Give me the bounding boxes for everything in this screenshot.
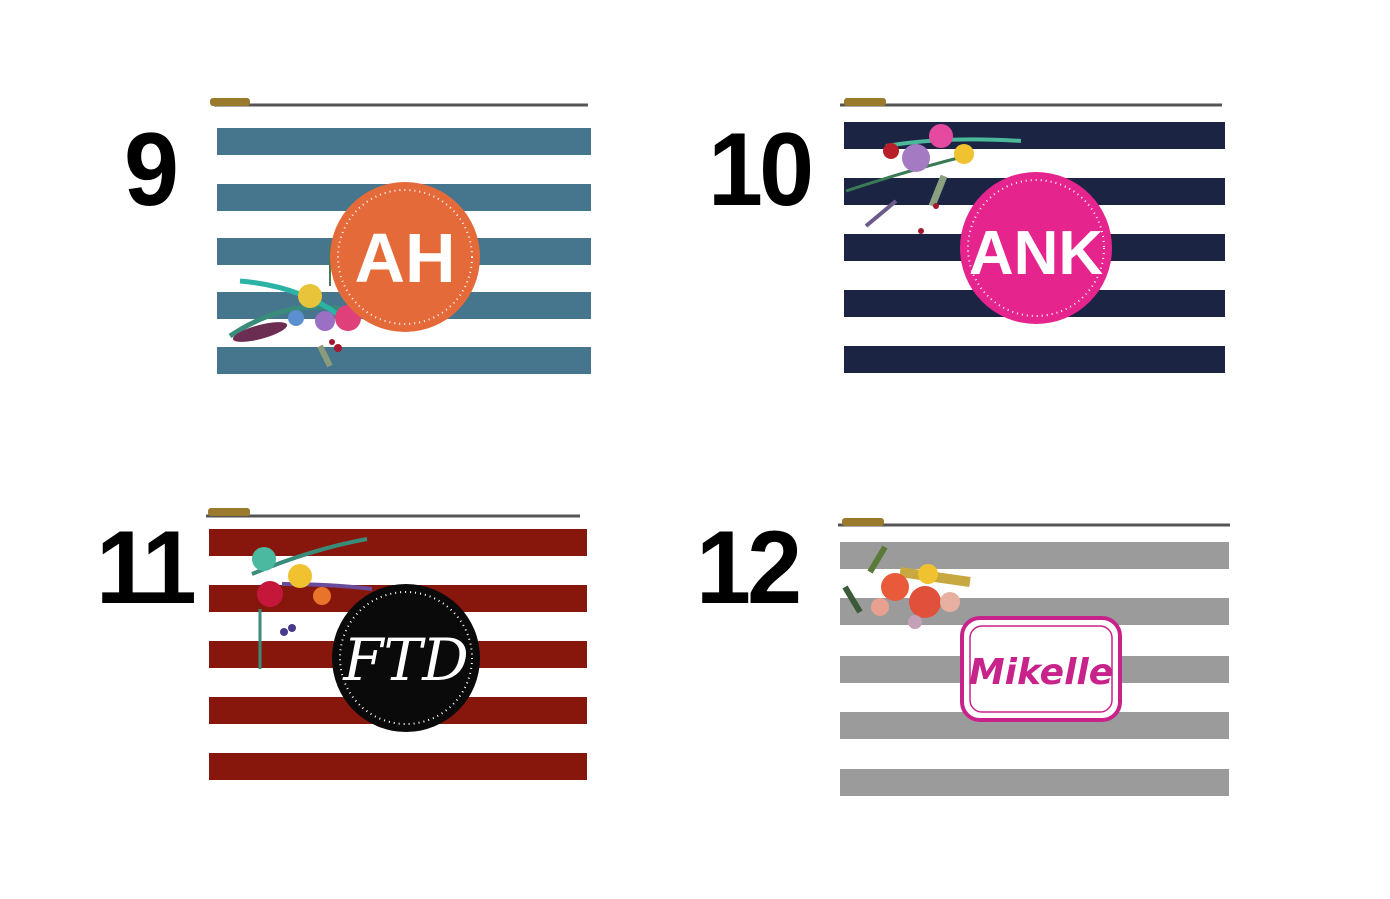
pouch-12-illustration: Mikelle <box>826 518 1234 807</box>
zipper-pull-icon <box>844 98 886 106</box>
monogram-text: ANK <box>969 219 1104 288</box>
pouch-12: Mikelle <box>820 512 1240 812</box>
pouch-11: FTD <box>192 504 602 804</box>
zipper-pull-icon <box>208 508 250 516</box>
product-number-12: 12 <box>696 510 802 626</box>
monogram-text: Mikelle <box>969 652 1113 693</box>
pouch-10-illustration: ANK <box>832 98 1230 389</box>
zipper-pull-icon <box>210 98 250 106</box>
zipper-pull-icon <box>842 518 884 526</box>
pouch-9: AH <box>200 96 600 396</box>
pouch-11-illustration: FTD <box>198 508 594 799</box>
monogram-text: AH <box>354 219 455 297</box>
monogram-text: FTD <box>342 626 468 694</box>
pouch-10: ANK <box>826 96 1236 396</box>
pouch-9-illustration: AH <box>206 98 598 394</box>
product-number-9: 9 <box>124 112 179 228</box>
product-number-10: 10 <box>708 112 814 228</box>
product-number-11: 11 <box>96 510 197 626</box>
